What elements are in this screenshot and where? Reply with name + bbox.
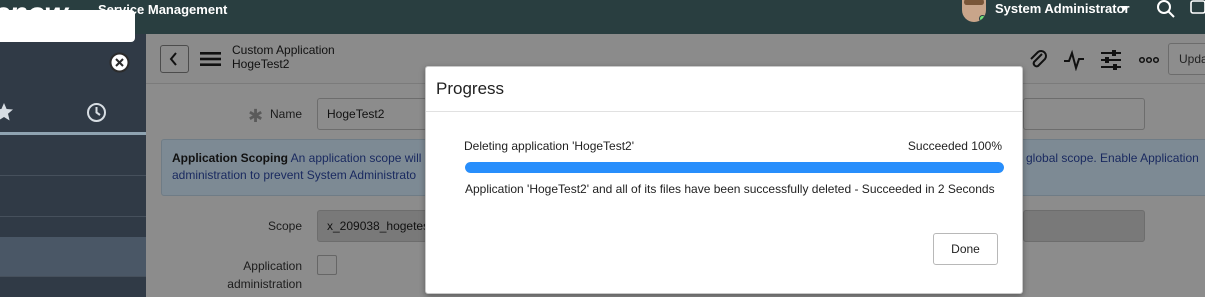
online-status-indicator bbox=[979, 15, 986, 22]
scope-field: x_209038_hogetes bbox=[317, 210, 427, 242]
chat-icon[interactable] bbox=[1189, 0, 1205, 18]
app-admin-label-line2: administration bbox=[227, 277, 302, 291]
done-button[interactable]: Done bbox=[933, 233, 998, 265]
paperclip-icon[interactable] bbox=[1027, 49, 1049, 71]
navigator-filter-input[interactable] bbox=[0, 10, 135, 42]
dialog-title: Progress bbox=[436, 79, 505, 98]
dialog-divider bbox=[426, 111, 1022, 112]
progress-bar-fill bbox=[465, 162, 1004, 173]
form-record-name: HogeTest2 bbox=[232, 57, 290, 71]
scoping-heading: Application Scoping bbox=[172, 151, 288, 165]
name-field[interactable]: HogeTest2 bbox=[317, 98, 427, 130]
app-admin-label-line1: Application bbox=[243, 259, 302, 273]
caret-down-icon[interactable] bbox=[1120, 6, 1128, 11]
back-button[interactable] bbox=[160, 45, 189, 73]
result-message: Application 'HogeTest2' and all of its f… bbox=[465, 182, 995, 196]
progress-dialog: Progress Deleting application 'HogeTest2… bbox=[425, 66, 1023, 294]
progress-bar bbox=[465, 162, 1004, 173]
nav-tab-indicator bbox=[0, 132, 146, 135]
scope-field-label: Scope bbox=[267, 219, 302, 233]
activity-icon[interactable] bbox=[1063, 49, 1085, 71]
nav-list-item-active[interactable] bbox=[0, 237, 146, 277]
task-description: Deleting application 'HogeTest2' bbox=[464, 139, 635, 153]
hamburger-menu-icon[interactable] bbox=[200, 51, 221, 67]
chevron-left-icon bbox=[169, 52, 177, 66]
sliders-icon[interactable] bbox=[1100, 49, 1122, 71]
nav-list-item[interactable] bbox=[0, 136, 146, 176]
more-options-icon[interactable] bbox=[1138, 49, 1160, 71]
clear-filter-icon[interactable] bbox=[109, 52, 130, 73]
application-administration-checkbox[interactable] bbox=[317, 255, 337, 275]
task-status: Succeeded 100% bbox=[907, 139, 1002, 153]
search-icon[interactable] bbox=[1156, 0, 1176, 19]
user-menu-name[interactable]: System Administrator bbox=[995, 0, 1130, 18]
form-record-type: Custom Application bbox=[232, 43, 335, 57]
scoping-line1-start: An application scope will p bbox=[290, 151, 432, 165]
name-field-label: Name bbox=[269, 107, 302, 121]
star-icon[interactable] bbox=[0, 102, 14, 122]
clock-icon[interactable] bbox=[86, 102, 107, 123]
scoping-line1-end: global scope. Enable Application bbox=[1026, 151, 1199, 165]
user-avatar[interactable] bbox=[962, 0, 986, 22]
scope-field-continuation bbox=[1023, 210, 1145, 242]
update-button[interactable]: Upda bbox=[1168, 43, 1205, 75]
name-field-continuation[interactable] bbox=[1023, 98, 1145, 130]
nav-list-item[interactable] bbox=[0, 177, 146, 217]
top-banner: enow Service Management System Administr… bbox=[0, 0, 1205, 34]
